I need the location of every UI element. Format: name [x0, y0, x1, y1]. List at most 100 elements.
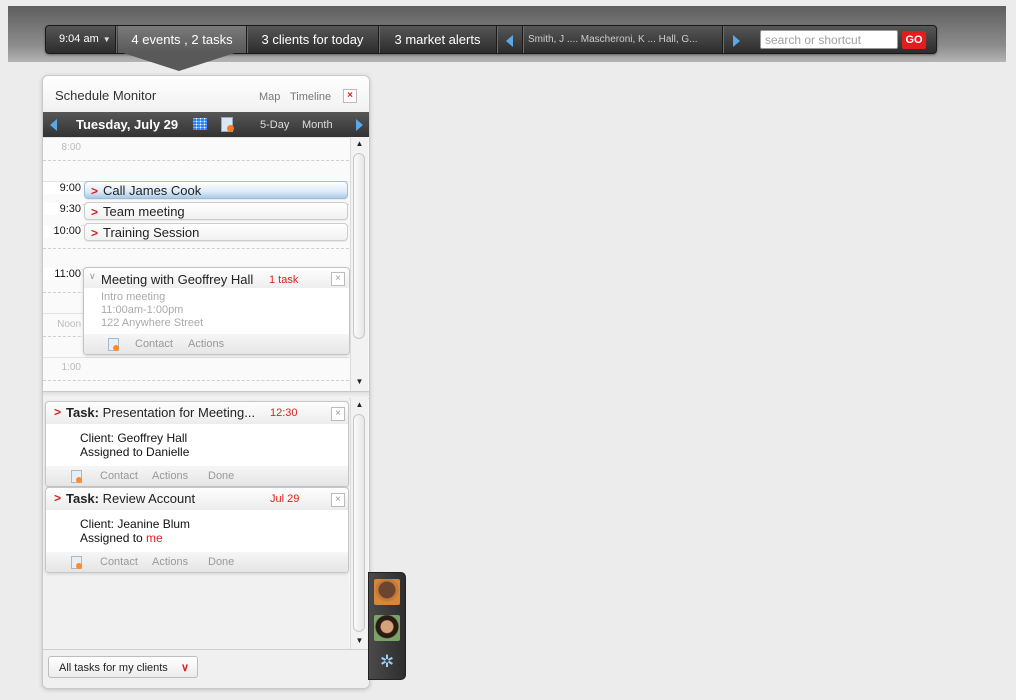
- meeting-time-range: 11:00am-1:00pm: [101, 304, 184, 316]
- timeline-link[interactable]: Timeline: [290, 91, 331, 103]
- event-training-session[interactable]: > Training Session: [84, 223, 348, 241]
- task-assignee: Assigned to Danielle: [80, 445, 190, 459]
- meeting-description: Intro meeting: [101, 291, 166, 303]
- task-card-header: > Task: Review Account Jul 29 ×: [46, 488, 348, 510]
- chevron-down-icon[interactable]: ∨: [89, 271, 96, 282]
- panel-title: Schedule Monitor: [55, 88, 157, 103]
- scroll-up-icon[interactable]: ▲: [351, 137, 368, 151]
- panel-footer: All tasks for my clients ∨: [43, 649, 369, 688]
- names-next-button[interactable]: [724, 26, 748, 53]
- go-button[interactable]: GO: [902, 31, 926, 49]
- meeting-title: Meeting with Geoffrey Hall: [101, 272, 254, 287]
- gear-icon[interactable]: ✲: [378, 653, 396, 671]
- task-assignee: Assigned to me: [80, 531, 163, 545]
- map-link[interactable]: Map: [259, 91, 280, 103]
- arrow-right-icon: [732, 34, 740, 47]
- next-day-button[interactable]: [349, 112, 369, 137]
- slot-time: 11:00: [43, 268, 81, 280]
- contacts-strip: ✲: [368, 572, 406, 680]
- chevron-right-icon[interactable]: >: [54, 491, 61, 505]
- chevron-right-icon: >: [91, 205, 99, 219]
- chevron-right-icon: >: [91, 184, 99, 198]
- task-card-header: > Task: Presentation for Meeting... 12:3…: [46, 402, 348, 424]
- scrollbar-thumb[interactable]: [353, 153, 365, 339]
- top-toolbar: 9:04 am ▼ 4 events , 2 tasks 3 clients fo…: [45, 25, 937, 54]
- hour-label: 1:00: [61, 362, 81, 373]
- task-card-footer: Contact Actions Done: [46, 552, 348, 572]
- actions-link[interactable]: Actions: [152, 556, 188, 568]
- task-due: Jul 29: [270, 493, 300, 505]
- event-title: Training Session: [103, 225, 200, 240]
- slot-time: 9:30: [43, 203, 81, 215]
- arrow-left-icon: [506, 34, 513, 47]
- clients-today-tab[interactable]: 3 clients for today: [247, 26, 379, 53]
- done-link[interactable]: Done: [208, 470, 234, 482]
- avatar[interactable]: [374, 579, 400, 605]
- slot-time: 10:00: [43, 225, 81, 237]
- close-icon[interactable]: ×: [343, 89, 357, 103]
- meeting-task-count[interactable]: 1 task: [269, 274, 298, 286]
- tasks-list: > Task: Presentation for Meeting... 12:3…: [43, 398, 349, 649]
- search-input[interactable]: [760, 30, 898, 49]
- current-time-menu[interactable]: 9:04 am ▼: [46, 26, 116, 53]
- done-link[interactable]: Done: [208, 556, 234, 568]
- current-time: 9:04 am: [59, 33, 99, 45]
- calendar-grid-icon[interactable]: [193, 118, 207, 130]
- market-alerts-tab[interactable]: 3 market alerts: [379, 26, 497, 53]
- task-title: Task: Review Account: [66, 491, 196, 506]
- scrollbar-thumb[interactable]: [353, 414, 365, 632]
- meeting-card-header: ∨ Meeting with Geoffrey Hall 1 task ×: [84, 268, 349, 288]
- date-navigation-bar: Tuesday, July 29 5-Day Month: [43, 112, 369, 137]
- close-icon[interactable]: ×: [331, 493, 345, 507]
- event-team-meeting[interactable]: > Team meeting: [84, 202, 348, 220]
- contact-link[interactable]: Contact: [135, 338, 173, 350]
- chevron-right-icon[interactable]: >: [54, 405, 61, 419]
- document-icon[interactable]: [71, 470, 82, 483]
- task-card[interactable]: > Task: Presentation for Meeting... 12:3…: [45, 401, 349, 487]
- close-icon[interactable]: ×: [331, 272, 345, 286]
- arrow-right-icon: [355, 118, 363, 131]
- meeting-event-card[interactable]: ∨ Meeting with Geoffrey Hall 1 task × In…: [83, 267, 350, 355]
- current-date: Tuesday, July 29: [76, 117, 179, 132]
- timeline-scrollbar[interactable]: ▲ ▼: [350, 137, 368, 391]
- prev-day-button[interactable]: [43, 112, 63, 137]
- event-call-james-cook[interactable]: > Call James Cook: [84, 181, 348, 199]
- actions-link[interactable]: Actions: [188, 338, 224, 350]
- task-due: 12:30: [270, 407, 298, 419]
- document-icon[interactable]: [71, 556, 82, 569]
- event-title: Call James Cook: [103, 183, 202, 198]
- hour-row: 8:00: [43, 137, 349, 182]
- meeting-address: 122 Anywhere Street: [101, 317, 204, 329]
- document-icon[interactable]: [108, 338, 119, 351]
- panel-header: Schedule Monitor Map Timeline ×: [43, 76, 369, 112]
- schedule-monitor-panel: Schedule Monitor Map Timeline × Tuesday,…: [42, 75, 370, 689]
- scroll-up-icon[interactable]: ▲: [351, 398, 368, 412]
- day-timeline[interactable]: 8:00 Noon 1:00 9:00 9:30 10:00 11:00 > Ca…: [43, 137, 350, 391]
- meeting-card-footer: Contact Actions: [84, 334, 349, 354]
- names-prev-button[interactable]: [497, 26, 523, 53]
- view-5day-link[interactable]: 5-Day: [260, 119, 289, 131]
- avatar[interactable]: [374, 615, 400, 641]
- task-card[interactable]: > Task: Review Account Jul 29 × Client: …: [45, 487, 349, 573]
- tab-pointer: [120, 52, 238, 71]
- task-filter-select[interactable]: All tasks for my clients ∨: [48, 656, 198, 678]
- chevron-down-icon: ▼: [102, 35, 111, 44]
- scroll-down-icon[interactable]: ▼: [351, 375, 368, 389]
- arrow-left-icon: [49, 118, 57, 131]
- event-title: Team meeting: [103, 204, 185, 219]
- scroll-down-icon[interactable]: ▼: [351, 634, 368, 648]
- task-client: Client: Jeanine Blum: [80, 517, 191, 531]
- contact-link[interactable]: Contact: [100, 556, 138, 568]
- task-client: Client: Geoffrey Hall: [80, 431, 188, 445]
- tasks-scrollbar[interactable]: ▲ ▼: [350, 398, 368, 649]
- events-tasks-tab[interactable]: 4 events , 2 tasks: [118, 26, 247, 53]
- recent-clients-list[interactable]: Smith, J .... Mascheroni, K ... Hall, G.…: [523, 26, 723, 53]
- add-event-icon[interactable]: [221, 117, 234, 132]
- actions-link[interactable]: Actions: [152, 470, 188, 482]
- close-icon[interactable]: ×: [331, 407, 345, 421]
- chevron-right-icon: >: [91, 226, 99, 240]
- task-filter-value: All tasks for my clients: [59, 662, 168, 674]
- view-month-link[interactable]: Month: [302, 119, 333, 131]
- task-title: Task: Presentation for Meeting...: [66, 405, 256, 420]
- contact-link[interactable]: Contact: [100, 470, 138, 482]
